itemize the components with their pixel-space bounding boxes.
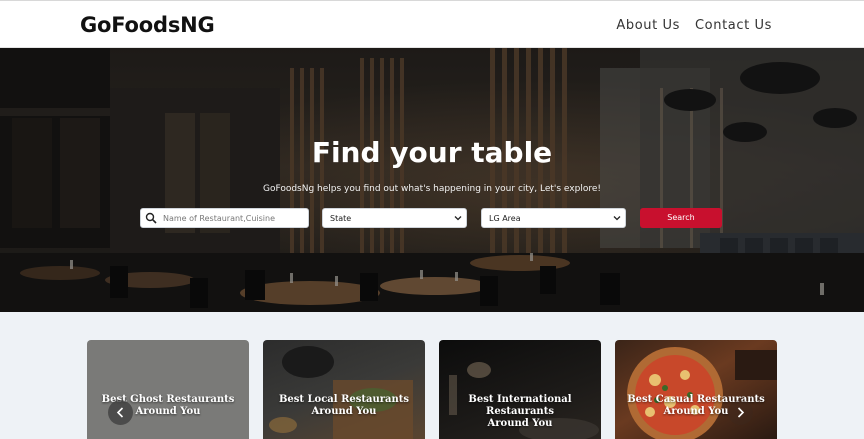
local-food-image <box>269 346 413 439</box>
nav-link-about[interactable]: About Us <box>616 18 680 33</box>
search-button[interactable]: Search <box>640 208 722 228</box>
chevron-down-icon <box>454 216 462 221</box>
chevron-right-icon <box>737 407 745 418</box>
category-card-label: Best Local Restaurants Around You <box>278 394 410 417</box>
category-card-international[interactable]: Best International Restaurants Around Yo… <box>439 340 601 439</box>
chevron-down-icon <box>613 216 621 221</box>
top-navbar: GoFoodsNG About Us Contact Us <box>0 0 864 48</box>
search-input[interactable] <box>163 209 307 227</box>
hero-overlay <box>0 48 864 312</box>
category-card-local[interactable]: Best Local Restaurants Around You <box>263 340 425 439</box>
carousel-prev-button[interactable] <box>108 400 133 425</box>
nav-links: About Us Contact Us <box>616 18 772 33</box>
carousel-next-button[interactable] <box>728 400 753 425</box>
lga-select-value: LG Area <box>489 214 521 223</box>
hero-banner: Find your table GoFoodsNg helps you find… <box>0 48 864 312</box>
category-carousel: Best Ghost Restaurants Around You Best L… <box>0 312 864 439</box>
state-select[interactable]: State <box>322 208 467 228</box>
nav-link-contact[interactable]: Contact Us <box>695 18 772 33</box>
category-card-label: Best International Restaurants Around Yo… <box>468 394 572 429</box>
pizza-image <box>627 347 777 439</box>
category-card-ghost[interactable]: Best Ghost Restaurants Around You <box>87 340 249 439</box>
brand-logo[interactable]: GoFoodsNG <box>80 13 215 37</box>
search-box[interactable] <box>140 208 309 228</box>
search-icon <box>145 212 157 224</box>
hero-subtitle: GoFoodsNg helps you find out what's happ… <box>262 184 601 194</box>
category-card-casual[interactable]: Best Casual Restaurants Around You <box>615 340 777 439</box>
chevron-left-icon <box>116 407 124 418</box>
hero-title: Find your table <box>311 136 553 169</box>
lga-select[interactable]: LG Area <box>481 208 626 228</box>
state-select-value: State <box>330 214 352 223</box>
